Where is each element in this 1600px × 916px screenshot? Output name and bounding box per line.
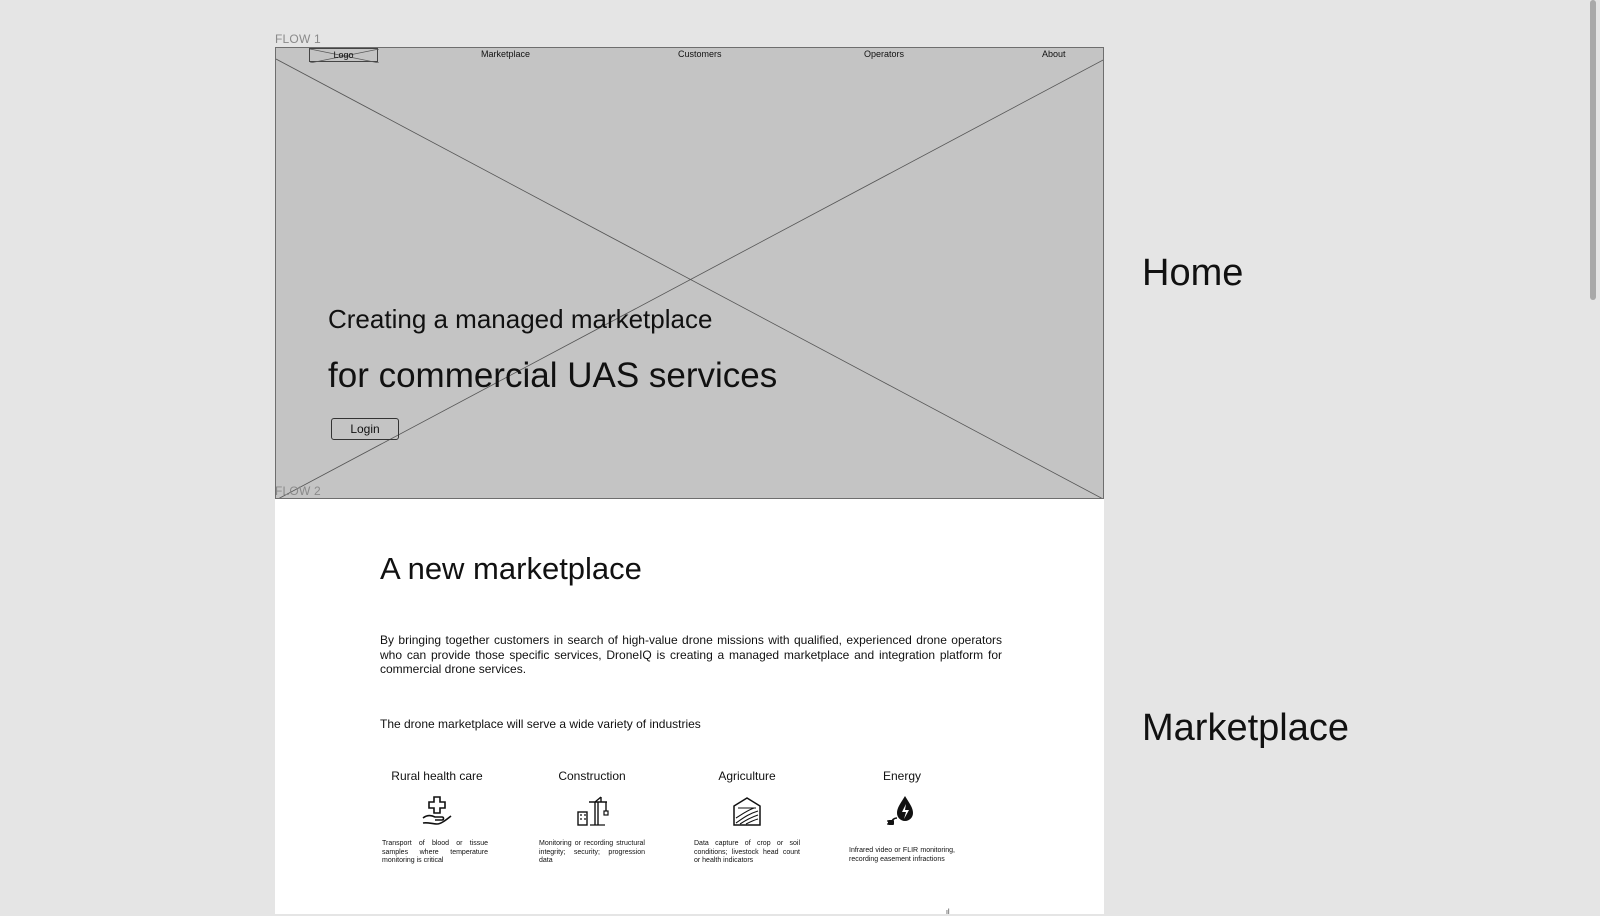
hand-medical-cross-icon — [422, 796, 452, 825]
marketplace-frame: A new marketplace By bringing together c… — [275, 499, 1104, 916]
industry-construction: Construction Monitoring or recording str… — [512, 769, 672, 864]
energy-drop-plug-icon — [887, 796, 913, 825]
barn-field-icon — [733, 797, 761, 826]
industry-name: Energy — [882, 769, 922, 783]
scrollbar-thumb[interactable] — [1590, 0, 1596, 300]
nav-about[interactable]: About — [1042, 49, 1066, 59]
industry-name: Rural health care — [391, 769, 483, 783]
login-button[interactable]: Login — [331, 418, 399, 440]
marketplace-description: By bringing together customers in search… — [380, 633, 1002, 676]
industry-description: Monitoring or recording structural integ… — [539, 840, 645, 864]
vertical-scrollbar[interactable] — [1586, 0, 1600, 914]
nav-operators[interactable]: Operators — [864, 49, 904, 59]
logo-placeholder[interactable]: Logo — [309, 48, 379, 63]
industry-name: Construction — [558, 769, 626, 783]
industry-description: Data capture of crop or soil conditions;… — [694, 840, 800, 864]
image-placeholder-cross — [276, 58, 1103, 498]
top-nav: Logo Marketplace Customers Operators Abo… — [276, 48, 1103, 64]
partial-content-mark: ıl — [946, 909, 950, 916]
section-label-home: Home — [1142, 252, 1244, 294]
flow-2-label: FLOW 2 — [275, 484, 321, 498]
industry-description: Infrared video or FLIR monitoring, recor… — [849, 847, 955, 863]
nav-marketplace[interactable]: Marketplace — [481, 49, 530, 59]
hero-headline: Creating a managed marketplace — [328, 304, 713, 334]
nav-customers[interactable]: Customers — [678, 49, 722, 59]
marketplace-title: A new marketplace — [380, 551, 642, 586]
crane-building-icon — [577, 796, 609, 826]
industry-description: Transport of blood or tissue samples whe… — [382, 840, 488, 864]
section-label-marketplace: Marketplace — [1142, 707, 1349, 749]
home-frame: Logo Marketplace Customers Operators Abo… — [275, 47, 1104, 499]
industry-rural-health-care: Rural health care Transport of blood or … — [357, 769, 517, 864]
industry-name: Agriculture — [718, 769, 776, 783]
industry-agriculture: Agriculture Data capture of crop or soil… — [667, 769, 827, 864]
flow-1-label: FLOW 1 — [275, 32, 321, 46]
industries-intro: The drone marketplace will serve a wide … — [380, 717, 701, 731]
industry-energy: Energy Infrared video or FLIR monitoring… — [822, 769, 982, 863]
hero-subheadline: for commercial UAS services — [328, 356, 778, 395]
logo-label: Logo — [333, 50, 354, 60]
